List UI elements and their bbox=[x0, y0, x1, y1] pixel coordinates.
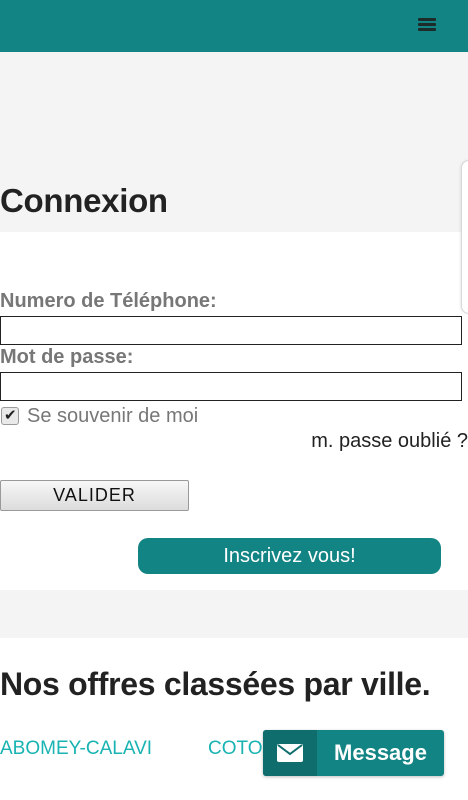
message-button[interactable]: Message bbox=[263, 730, 444, 776]
remember-me-row: Se souvenir de moi bbox=[0, 404, 198, 428]
phone-label: Numero de Téléphone: bbox=[0, 290, 217, 312]
password-label: Mot de passe: bbox=[0, 346, 134, 368]
city-link-cotonou[interactable]: COTO bbox=[208, 738, 263, 760]
side-drawer-tab[interactable] bbox=[461, 160, 468, 314]
validate-button[interactable]: VALIDER bbox=[0, 480, 189, 511]
city-link-abomey-calavi[interactable]: ABOMEY-CALAVI bbox=[0, 738, 152, 760]
password-input[interactable] bbox=[0, 372, 462, 401]
remember-me-label: Se souvenir de moi bbox=[27, 404, 199, 427]
remember-me-checkbox[interactable] bbox=[1, 406, 19, 425]
offers-title: Nos offres classées par ville. bbox=[0, 666, 431, 702]
message-icon-box bbox=[263, 730, 317, 776]
signup-button[interactable]: Inscrivez vous! bbox=[138, 538, 441, 574]
login-hero: Connexion bbox=[0, 52, 468, 232]
envelope-icon bbox=[277, 744, 303, 762]
hamburger-menu-icon[interactable] bbox=[418, 18, 436, 32]
forgot-password-link[interactable]: m. passe oublié ? bbox=[311, 430, 468, 453]
phone-input[interactable] bbox=[0, 316, 462, 345]
section-divider-band bbox=[0, 590, 468, 638]
message-label: Message bbox=[334, 740, 427, 765]
top-bar bbox=[0, 0, 468, 52]
page-title: Connexion bbox=[0, 182, 168, 219]
